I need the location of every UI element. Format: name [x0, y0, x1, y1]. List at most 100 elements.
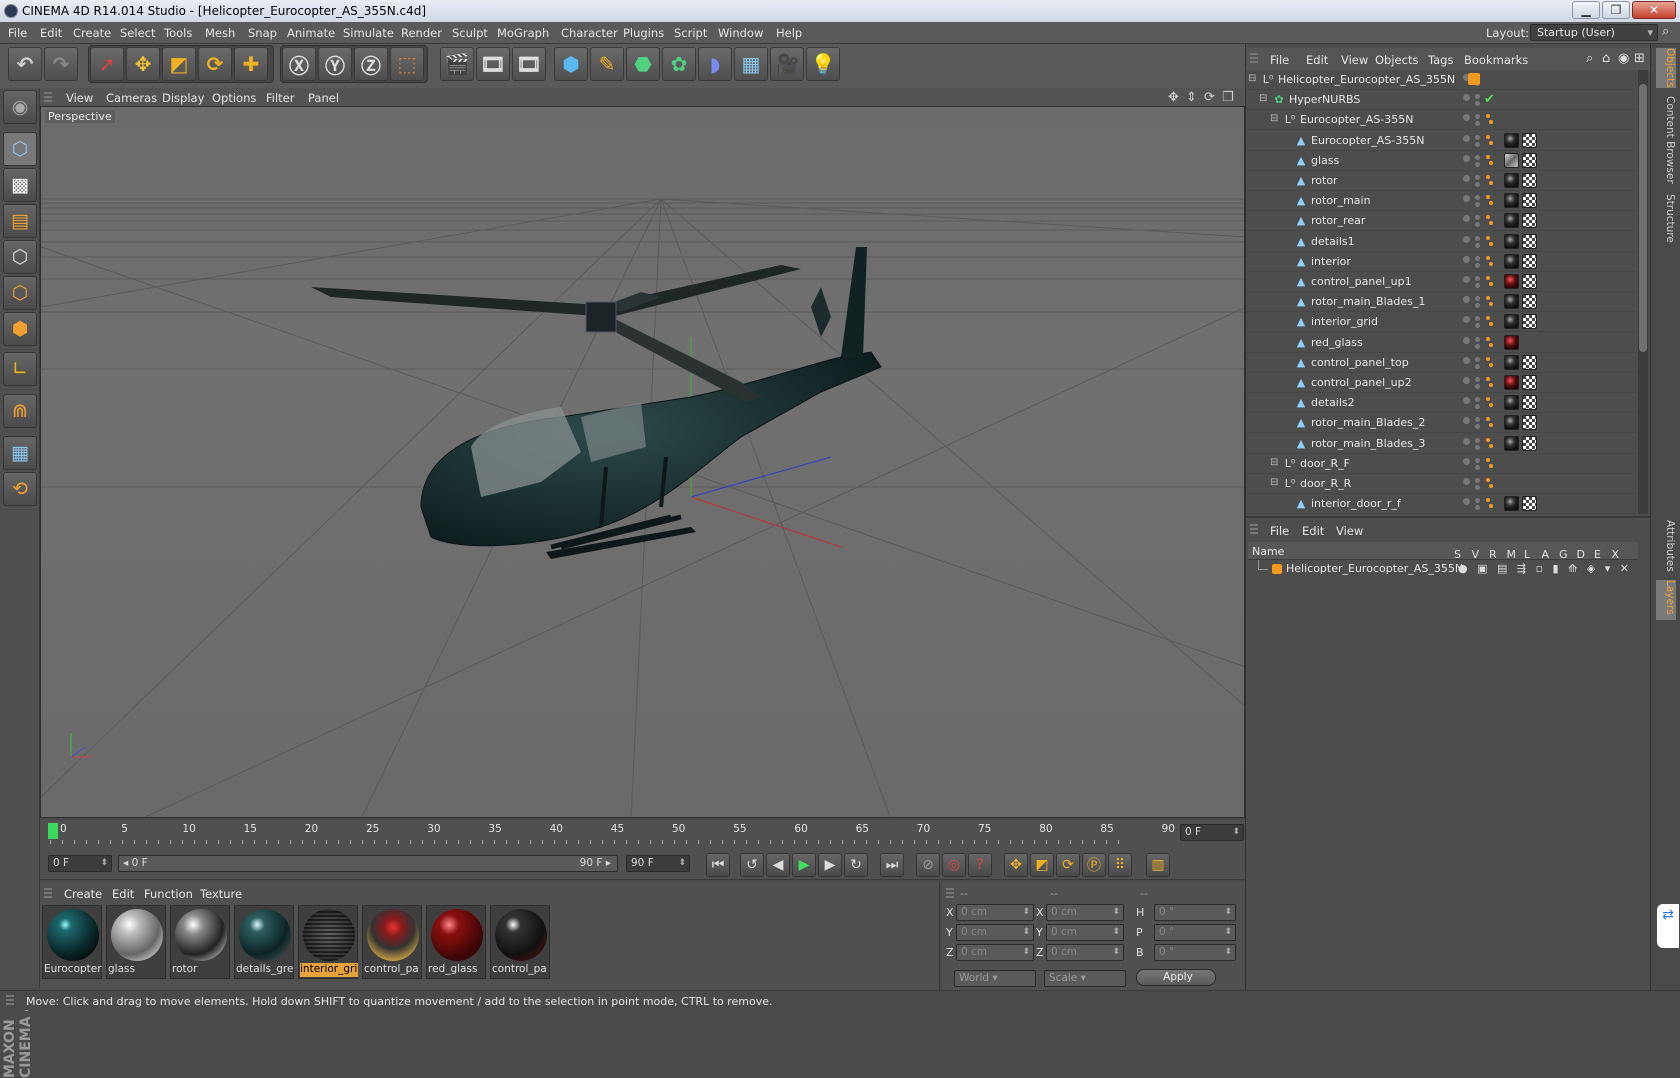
layer-menu-file[interactable]: File: [1270, 524, 1289, 538]
start-frame-field[interactable]: 0 F: [48, 855, 112, 872]
object-row[interactable]: ⊟ ✿ HyperNURBS ✔: [1246, 90, 1636, 111]
viewport-menu-options[interactable]: Options: [212, 91, 256, 105]
object-row[interactable]: ▲ details1: [1246, 232, 1636, 252]
layer-color-tag[interactable]: [1468, 73, 1480, 85]
editor-visibility-dot[interactable]: [1463, 316, 1470, 324]
render-visibility-dot[interactable]: [1475, 296, 1480, 302]
expand-toggle-icon[interactable]: ⊟: [1248, 73, 1256, 84]
render-visibility-dot[interactable]: [1475, 101, 1480, 107]
object-name[interactable]: details2: [1311, 396, 1355, 409]
editor-visibility-dot[interactable]: [1463, 457, 1470, 465]
coord-value-field[interactable]: 0 cm: [1046, 944, 1124, 961]
menu-tools[interactable]: Tools: [164, 26, 192, 40]
material-swatch[interactable]: rotor: [170, 905, 230, 979]
go-to-start-button[interactable]: ⏮: [706, 853, 730, 877]
render-visibility-dot[interactable]: [1475, 134, 1480, 140]
maximize-button[interactable]: ❐: [1602, 1, 1630, 19]
viewport-3d[interactable]: Perspective: [40, 106, 1245, 818]
object-row[interactable]: ▲ rotor_main_Blades_2: [1246, 413, 1636, 434]
material-tag-icon[interactable]: [1504, 354, 1519, 370]
object-row[interactable]: ▲ red_glass: [1246, 333, 1636, 353]
x-axis-button[interactable]: Ⓧ: [282, 47, 316, 81]
menu-edit[interactable]: Edit: [40, 26, 62, 40]
frame-range-slider[interactable]: ◂ 0 F 90 F ▸: [118, 855, 618, 872]
material-tag-icon[interactable]: [1504, 132, 1519, 148]
viewport-menu-view[interactable]: View: [66, 91, 93, 105]
object-name[interactable]: rotor_main_Blades_2: [1311, 416, 1425, 429]
visibility-dots[interactable]: [1463, 175, 1483, 187]
edges-mode-button[interactable]: ⬡: [3, 276, 37, 310]
menu-select[interactable]: Select: [120, 26, 155, 40]
menu-script[interactable]: Script: [674, 26, 707, 40]
tab-attributes[interactable]: Attributes: [1656, 520, 1676, 572]
render-visibility-dot[interactable]: [1475, 222, 1480, 228]
render-visibility-dot[interactable]: [1475, 464, 1480, 470]
next-key-button[interactable]: ↻: [844, 853, 868, 877]
end-frame-field[interactable]: 90 F: [626, 855, 690, 872]
render-visibility-dot[interactable]: [1475, 404, 1480, 410]
tab-structure[interactable]: Structure: [1656, 194, 1676, 244]
orbit-icon[interactable]: ⟳: [1204, 90, 1215, 105]
object-row[interactable]: ▲ control_panel_top: [1246, 353, 1636, 373]
visibility-dots[interactable]: [1463, 377, 1483, 389]
menu-animate[interactable]: Animate: [287, 26, 335, 40]
render-visibility-dot[interactable]: [1475, 343, 1480, 349]
object-row[interactable]: ⊟ L⁰ door_R_F: [1246, 454, 1636, 474]
render-visibility-dot[interactable]: [1475, 235, 1480, 241]
keyframe-selection-button[interactable]: ?: [968, 853, 992, 877]
editor-visibility-dot[interactable]: [1463, 195, 1470, 203]
timeline-window-button[interactable]: ▥: [1146, 853, 1170, 877]
editor-visibility-dot[interactable]: [1463, 276, 1470, 283]
render-visibility-dot[interactable]: [1475, 397, 1480, 403]
uvw-tag-icon[interactable]: [1522, 173, 1537, 188]
make-editable-button[interactable]: ◉: [3, 90, 37, 124]
render-visibility-dot[interactable]: [1475, 356, 1480, 362]
render-visibility-dot[interactable]: [1475, 498, 1480, 504]
previous-frame-button[interactable]: ◀: [766, 853, 790, 877]
material-tag-icon[interactable]: [1504, 435, 1519, 451]
render-visibility-dot[interactable]: [1475, 363, 1480, 369]
object-name[interactable]: rotor: [1311, 174, 1338, 187]
object-row[interactable]: ▲ control_panel_up2: [1246, 373, 1636, 393]
object-row[interactable]: ▲ interior_grid: [1246, 312, 1636, 333]
render-visibility-dot[interactable]: [1475, 182, 1480, 187]
menu-create[interactable]: Create: [73, 26, 111, 40]
object-name[interactable]: control_panel_up1: [1311, 275, 1412, 288]
coord-value-field[interactable]: 0 °: [1154, 944, 1236, 961]
object-name[interactable]: control_panel_up2: [1311, 376, 1412, 389]
object-menu-edit[interactable]: Edit: [1306, 53, 1328, 67]
render-visibility-dot[interactable]: [1475, 437, 1480, 443]
object-row[interactable]: ⊟ L⁰ Eurocopter_AS-355N: [1246, 110, 1636, 131]
object-row[interactable]: ⊟ L⁰ door_R_R: [1246, 474, 1636, 494]
coord-value-field[interactable]: 0 °: [1154, 924, 1236, 941]
render-visibility-dot[interactable]: [1475, 202, 1480, 208]
visibility-dots[interactable]: [1463, 215, 1483, 228]
visibility-dots[interactable]: [1463, 134, 1483, 147]
editor-visibility-dot[interactable]: [1463, 336, 1470, 344]
uvw-tag-icon[interactable]: [1522, 132, 1537, 148]
visibility-dots[interactable]: [1463, 235, 1483, 248]
editor-visibility-dot[interactable]: [1463, 94, 1470, 102]
material-swatch[interactable]: details_gre: [234, 905, 294, 979]
render-visibility-dot[interactable]: [1475, 114, 1480, 120]
editor-visibility-dot[interactable]: [1463, 397, 1470, 405]
record-rotation-button[interactable]: ⟳: [1056, 853, 1080, 877]
material-tag-icon[interactable]: [1504, 253, 1519, 269]
editor-visibility-dot[interactable]: [1463, 478, 1470, 485]
material-tag-icon[interactable]: [1504, 213, 1519, 229]
object-name[interactable]: red_glass: [1311, 336, 1363, 349]
object-menu-bookmarks[interactable]: Bookmarks: [1464, 53, 1528, 67]
render-visibility-dot[interactable]: [1475, 161, 1480, 167]
object-name[interactable]: interior: [1311, 255, 1351, 268]
editor-visibility-dot[interactable]: [1463, 215, 1470, 223]
visibility-dots[interactable]: [1463, 437, 1483, 450]
tab-objects[interactable]: Objects: [1656, 48, 1676, 88]
material-menu-edit[interactable]: Edit: [112, 887, 134, 901]
close-button[interactable]: ✕: [1632, 1, 1676, 19]
rotate-button[interactable]: ⟳: [198, 47, 232, 81]
editor-visibility-dot[interactable]: [1463, 498, 1470, 506]
add-array-button[interactable]: ✿: [662, 47, 696, 81]
material-tag-icon[interactable]: [1504, 294, 1519, 310]
material-swatch[interactable]: red_glass: [426, 905, 486, 979]
render-visibility-dot[interactable]: [1475, 255, 1480, 261]
